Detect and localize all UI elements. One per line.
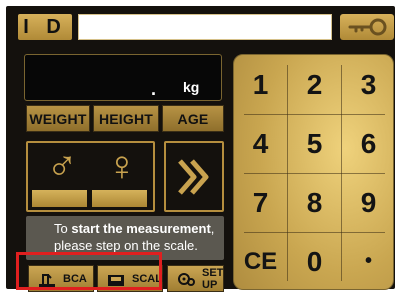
tab-height-label: HEIGHT (98, 110, 154, 127)
id-input[interactable] (78, 14, 332, 40)
tab-weight[interactable]: WEIGHT (26, 105, 90, 132)
highlight-box (16, 252, 162, 290)
setup-button[interactable]: SET UP (167, 265, 224, 292)
tab-age[interactable]: AGE (162, 105, 224, 132)
message-bold: start the measurement (71, 221, 211, 236)
id-label-text: I D (23, 15, 67, 38)
key-0[interactable]: 0 (288, 232, 341, 289)
key-5[interactable]: 5 (288, 114, 341, 173)
weight-display: . kg (24, 54, 222, 101)
key-4[interactable]: 4 (234, 114, 287, 173)
message-suffix: , (210, 221, 215, 236)
device-frame: I D . kg WEIGHT HEIGHT AGE ♂ ♀ To start … (6, 6, 395, 292)
gender-selector: ♂ ♀ (26, 141, 155, 212)
double-chevron-right-icon (178, 158, 209, 195)
key-7[interactable]: 7 (234, 173, 287, 232)
key-clear[interactable]: CE (234, 232, 287, 289)
key-button[interactable] (340, 14, 394, 40)
key-decimal[interactable]: • (342, 232, 393, 289)
id-label: I D (18, 14, 72, 40)
next-button[interactable] (164, 141, 224, 212)
setup-label: SET UP (202, 266, 224, 291)
decimal-point: . (151, 79, 157, 99)
key-6[interactable]: 6 (342, 114, 393, 173)
female-select-bar[interactable] (92, 190, 147, 207)
gear-icon (176, 269, 196, 289)
numeric-keypad: 1 2 3 4 5 6 7 8 9 CE 0 • (233, 54, 394, 290)
tab-weight-label: WEIGHT (29, 110, 87, 127)
male-select-bar[interactable] (32, 190, 87, 207)
message-line-1: To start the measurement, (54, 220, 224, 237)
message-prefix: To (54, 221, 72, 236)
unit-label: kg (183, 79, 200, 95)
female-icon[interactable]: ♀ (100, 144, 144, 188)
tab-age-label: AGE (177, 110, 209, 127)
key-9[interactable]: 9 (342, 173, 393, 232)
key-2[interactable]: 2 (288, 55, 341, 114)
male-icon[interactable]: ♂ (40, 144, 84, 188)
key-icon (348, 18, 387, 36)
key-3[interactable]: 3 (342, 55, 393, 114)
key-1[interactable]: 1 (234, 55, 287, 114)
tab-height[interactable]: HEIGHT (93, 105, 159, 132)
key-8[interactable]: 8 (288, 173, 341, 232)
